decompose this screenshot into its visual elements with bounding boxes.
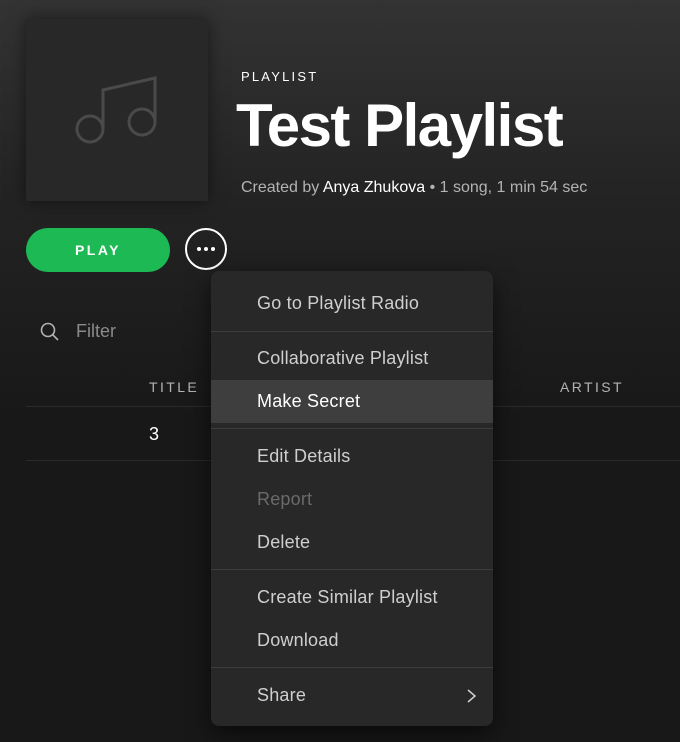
- column-header-title[interactable]: TITLE: [149, 379, 199, 395]
- dot-icon: [211, 247, 215, 251]
- filter-box[interactable]: [40, 320, 198, 343]
- playlist-meta: Created by Anya Zhukova • 1 song, 1 min …: [241, 179, 587, 197]
- owner-link[interactable]: Anya Zhukova: [323, 179, 425, 196]
- menu-item-edit-details[interactable]: Edit Details: [211, 435, 493, 478]
- menu-item-delete[interactable]: Delete: [211, 521, 493, 564]
- playlist-type-label: PLAYLIST: [241, 69, 319, 84]
- dot-icon: [204, 247, 208, 251]
- search-icon: [40, 322, 59, 341]
- filter-input[interactable]: [74, 320, 198, 343]
- menu-item-share-label: Share: [257, 685, 307, 705]
- menu-item-make-secret[interactable]: Make Secret: [211, 380, 493, 423]
- meta-separator: •: [429, 179, 436, 196]
- playlist-cover[interactable]: [26, 19, 208, 201]
- page-title: Test Playlist: [236, 92, 564, 159]
- menu-item-download[interactable]: Download: [211, 619, 493, 662]
- music-note-icon: [75, 76, 157, 144]
- menu-item-create-similar-playlist[interactable]: Create Similar Playlist: [211, 576, 493, 619]
- dot-icon: [197, 247, 201, 251]
- more-options-button[interactable]: [185, 228, 227, 270]
- context-menu: Go to Playlist Radio Collaborative Playl…: [211, 271, 493, 726]
- menu-item-report: Report: [257, 489, 313, 509]
- created-by-label: Created by: [241, 179, 320, 196]
- chevron-right-icon: [467, 689, 477, 703]
- menu-divider: [211, 667, 493, 668]
- menu-divider: [211, 428, 493, 429]
- table-row-title[interactable]: 3: [149, 424, 159, 445]
- menu-item-playlist-radio[interactable]: Go to Playlist Radio: [211, 282, 493, 325]
- menu-divider: [211, 331, 493, 332]
- playlist-stats: 1 song, 1 min 54 sec: [439, 179, 588, 196]
- menu-item-share[interactable]: Share: [211, 674, 493, 717]
- play-button[interactable]: PLAY: [26, 228, 170, 272]
- menu-item-collaborative-playlist[interactable]: Collaborative Playlist: [211, 337, 493, 380]
- menu-divider: [211, 569, 493, 570]
- column-header-artist[interactable]: ARTIST: [560, 379, 624, 395]
